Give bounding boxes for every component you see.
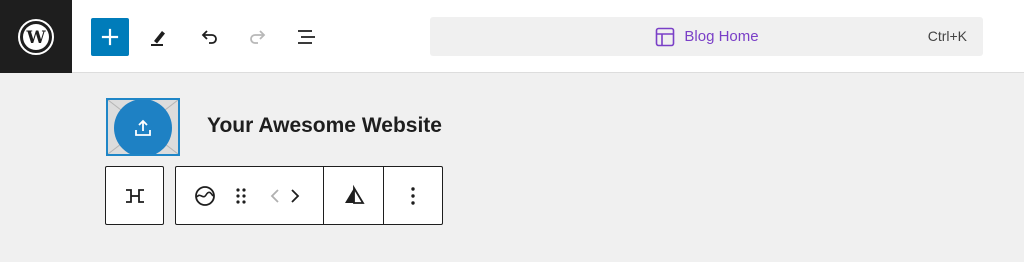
- list-view-button[interactable]: [288, 18, 326, 56]
- command-palette-button[interactable]: Blog Home Ctrl+K: [430, 17, 983, 56]
- redo-button[interactable]: [239, 18, 277, 56]
- plus-icon: [101, 28, 119, 46]
- keyboard-shortcut-label: Ctrl+K: [927, 28, 967, 44]
- upload-icon: [135, 119, 151, 136]
- editor-header: W Blog Home Ctrl+K: [0, 0, 1024, 73]
- command-bar-content: Blog Home: [430, 17, 983, 56]
- chevron-right-icon: [291, 188, 300, 203]
- wordpress-icon: W: [18, 18, 54, 55]
- transform-icon: [125, 188, 144, 203]
- drag-handle[interactable]: [228, 167, 254, 224]
- undo-button[interactable]: [190, 18, 228, 56]
- wordpress-logo-button[interactable]: W: [0, 0, 72, 73]
- move-left-button[interactable]: [264, 167, 286, 224]
- block-toolbar: [175, 166, 443, 225]
- site-logo-block[interactable]: [106, 98, 180, 156]
- more-vertical-icon: [411, 186, 415, 205]
- site-title[interactable]: Your Awesome Website: [207, 114, 442, 138]
- block-transform-group: [105, 166, 164, 225]
- block-type-button[interactable]: [184, 167, 226, 224]
- align-button[interactable]: [324, 167, 383, 224]
- move-right-button[interactable]: [284, 167, 306, 224]
- add-block-button[interactable]: [91, 18, 129, 56]
- list-view-icon: [298, 30, 315, 44]
- layout-template-icon: [656, 27, 675, 46]
- edit-tools-button[interactable]: [140, 18, 178, 56]
- command-bar-title: Blog Home: [684, 28, 759, 45]
- site-logo-icon: [195, 185, 215, 206]
- upload-logo-button[interactable]: [114, 100, 172, 154]
- chevron-left-icon: [270, 188, 279, 203]
- pen-icon: [151, 31, 165, 46]
- svg-text:W: W: [25, 28, 46, 48]
- redo-icon: [250, 30, 266, 44]
- align-triangle-icon: [344, 184, 365, 204]
- undo-icon: [201, 30, 217, 44]
- transform-block-button[interactable]: [106, 167, 163, 224]
- block-options-button[interactable]: [384, 167, 442, 224]
- drag-handle-icon: [236, 187, 246, 204]
